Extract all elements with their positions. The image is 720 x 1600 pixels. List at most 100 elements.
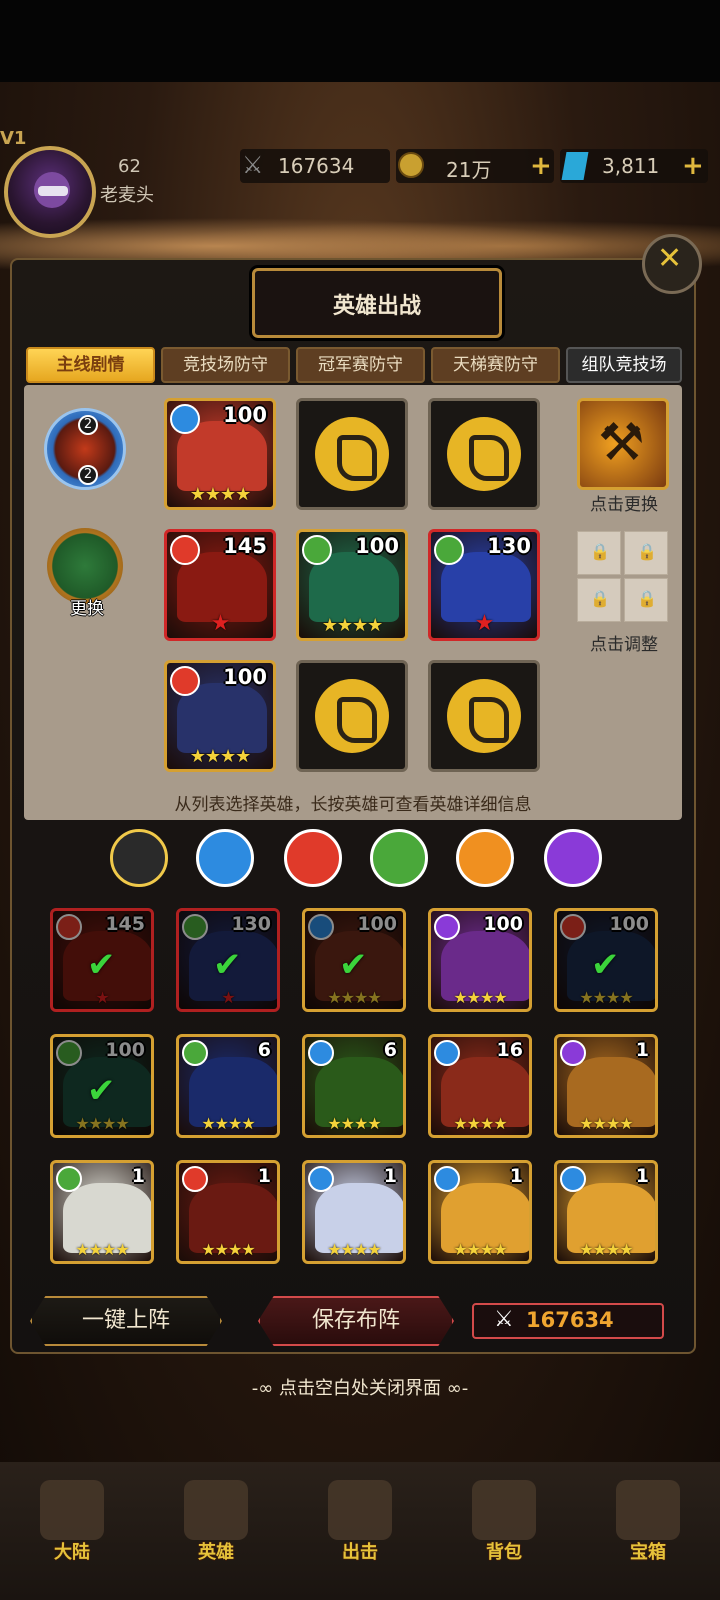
filter-all-icon[interactable]: [110, 829, 168, 887]
roster-hero-card[interactable]: 100 ★★★★ ✔: [554, 908, 658, 1012]
hero-stars: ★★★★: [75, 1240, 129, 1259]
hero-level: 100: [223, 665, 267, 689]
backpack-icon: [472, 1480, 536, 1540]
gem-icon: [561, 152, 589, 180]
fire-element-icon: [182, 1166, 208, 1192]
hero-level: 16: [496, 1039, 523, 1061]
gem-resource: 3,811 +: [560, 149, 708, 183]
nav-backpack[interactable]: 背包: [432, 1462, 576, 1600]
hero-stars: ★★★★: [579, 1114, 633, 1133]
nav-chest[interactable]: 宝箱: [576, 1462, 720, 1600]
tab-team-arena[interactable]: 组队竞技场: [566, 347, 682, 383]
hero-stars: ★★★★: [453, 1240, 507, 1259]
check-icon: ✔: [339, 945, 368, 985]
wood-element-icon: [182, 1040, 208, 1066]
castle-icon: [40, 1480, 104, 1540]
formation-hero-slot[interactable]: 100 ★★★★: [296, 529, 408, 641]
roster-hero-card[interactable]: 6 ★★★★: [302, 1034, 406, 1138]
close-hint[interactable]: -∞ 点击空白处关闭界面 ∞-: [0, 1374, 720, 1400]
hero-level: 1: [509, 1165, 523, 1187]
water-element-icon: [560, 1166, 586, 1192]
swords-icon: ⚔: [494, 1307, 514, 1332]
roster-hero-card[interactable]: 1 ★★★★: [554, 1034, 658, 1138]
add-gems-button[interactable]: +: [682, 151, 704, 181]
formation-empty-slot[interactable]: [296, 660, 408, 772]
formation-empty-slot[interactable]: [428, 660, 540, 772]
hero-level: 100: [355, 534, 399, 558]
water-element-icon: [308, 1166, 334, 1192]
roster-hero-card[interactable]: 1 ★★★★: [50, 1160, 154, 1264]
wood-element-icon: [302, 535, 332, 565]
empty-slot-emblem-icon: [315, 417, 389, 491]
tab-main-story[interactable]: 主线剧情: [26, 347, 155, 383]
tab-ladder-defense[interactable]: 天梯赛防守: [431, 347, 560, 383]
nav-label: 背包: [486, 1542, 522, 1563]
roster-hero-card[interactable]: 1 ★★★★: [428, 1160, 532, 1264]
roster-hero-card[interactable]: 6 ★★★★: [176, 1034, 280, 1138]
empty-slot-emblem-icon: [447, 417, 521, 491]
fire-element-icon: [170, 535, 200, 565]
roster-hero-card[interactable]: 145 ★ ✔: [50, 908, 154, 1012]
locked-slot[interactable]: [577, 578, 621, 622]
weapon-slot[interactable]: ⚒: [577, 398, 669, 490]
water-element-icon: [434, 1166, 460, 1192]
locked-slot[interactable]: [577, 531, 621, 575]
nav-attack[interactable]: 出击: [288, 1462, 432, 1600]
filter-dark-icon[interactable]: [544, 829, 602, 887]
water-element-icon: [170, 404, 200, 434]
formation-hero-slot[interactable]: 130 ★: [428, 529, 540, 641]
power-value: 167634: [278, 154, 355, 178]
filter-sun-icon[interactable]: [456, 829, 514, 887]
formation-hero-slot[interactable]: 100 ★★★★: [164, 660, 276, 772]
buff-badge-top: 2: [78, 415, 98, 435]
filter-fire-icon[interactable]: [284, 829, 342, 887]
hero-stars: ★★★★: [453, 988, 507, 1007]
close-button[interactable]: ✕: [642, 234, 702, 294]
tab-champion-defense[interactable]: 冠军赛防守: [296, 347, 425, 383]
buff-badge-bottom: 2: [78, 465, 98, 485]
close-icon: ✕: [657, 241, 683, 276]
tab-arena-defense[interactable]: 竞技场防守: [161, 347, 290, 383]
formation-empty-slot[interactable]: [296, 398, 408, 510]
roster-hero-card[interactable]: 1 ★★★★: [176, 1160, 280, 1264]
check-icon: ✔: [213, 945, 242, 985]
hero-stars: ★★★★: [327, 1114, 381, 1133]
roster-hero-card[interactable]: 16 ★★★★: [428, 1034, 532, 1138]
formation-hero-slot[interactable]: 145 ★: [164, 529, 276, 641]
hero-level: 130: [487, 534, 531, 558]
adjust-label[interactable]: 点击调整: [572, 630, 676, 655]
filter-water-icon[interactable]: [196, 829, 254, 887]
nav-label: 大陆: [54, 1542, 90, 1563]
roster-hero-card[interactable]: 100 ★★★★ ✔: [302, 908, 406, 1012]
save-formation-button[interactable]: 保存布阵: [258, 1296, 454, 1346]
swap-label[interactable]: 更换: [47, 594, 127, 619]
roster-hero-card[interactable]: 100 ★★★★: [428, 908, 532, 1012]
status-bar-background: [0, 0, 720, 82]
scythe-icon: ⚒: [598, 413, 645, 473]
auto-deploy-button[interactable]: 一键上阵: [30, 1296, 222, 1346]
player-avatar[interactable]: [4, 146, 96, 238]
formation-type-emblem[interactable]: [47, 528, 123, 604]
team-power: ⚔ 167634: [472, 1303, 664, 1339]
weapon-change-label[interactable]: 点击更换: [572, 490, 676, 515]
roster-hero-card[interactable]: 130 ★ ✔: [176, 908, 280, 1012]
hero-stars: ★★★★: [579, 1240, 633, 1259]
hero-level: 1: [383, 1165, 397, 1187]
locked-slot[interactable]: [624, 578, 668, 622]
add-gold-button[interactable]: +: [530, 151, 552, 181]
roster-hero-card[interactable]: 1 ★★★★: [302, 1160, 406, 1264]
hero-stars: ★★★★: [189, 484, 252, 505]
formation-empty-slot[interactable]: [428, 398, 540, 510]
locked-slot[interactable]: [624, 531, 668, 575]
hero-level: 100: [483, 913, 523, 935]
player-name: 老麦头: [100, 185, 154, 206]
swords-icon: ⚔: [242, 151, 264, 179]
hero-level: 1: [257, 1165, 271, 1187]
nav-heroes[interactable]: 英雄: [144, 1462, 288, 1600]
formation-hero-slot[interactable]: 100 ★★★★: [164, 398, 276, 510]
nav-continent[interactable]: 大陆: [0, 1462, 144, 1600]
roster-hero-card[interactable]: 1 ★★★★: [554, 1160, 658, 1264]
formation-buff-emblem[interactable]: 2 2: [44, 408, 126, 490]
filter-wood-icon[interactable]: [370, 829, 428, 887]
roster-hero-card[interactable]: 100 ★★★★ ✔: [50, 1034, 154, 1138]
